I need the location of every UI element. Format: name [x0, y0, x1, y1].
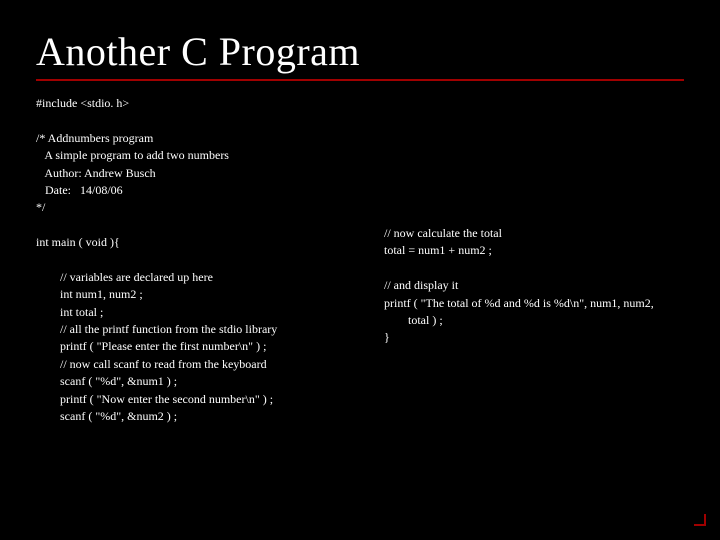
slide-title: Another C Program — [0, 0, 720, 79]
code-column-right: // now calculate the total total = num1 … — [376, 95, 654, 425]
slide: Another C Program #include <stdio. h> /*… — [0, 0, 720, 540]
title-underline — [36, 79, 684, 81]
corner-accent-icon — [694, 514, 706, 526]
code-area: #include <stdio. h> /* Addnumbers progra… — [0, 95, 720, 425]
code-column-left: #include <stdio. h> /* Addnumbers progra… — [36, 95, 376, 425]
